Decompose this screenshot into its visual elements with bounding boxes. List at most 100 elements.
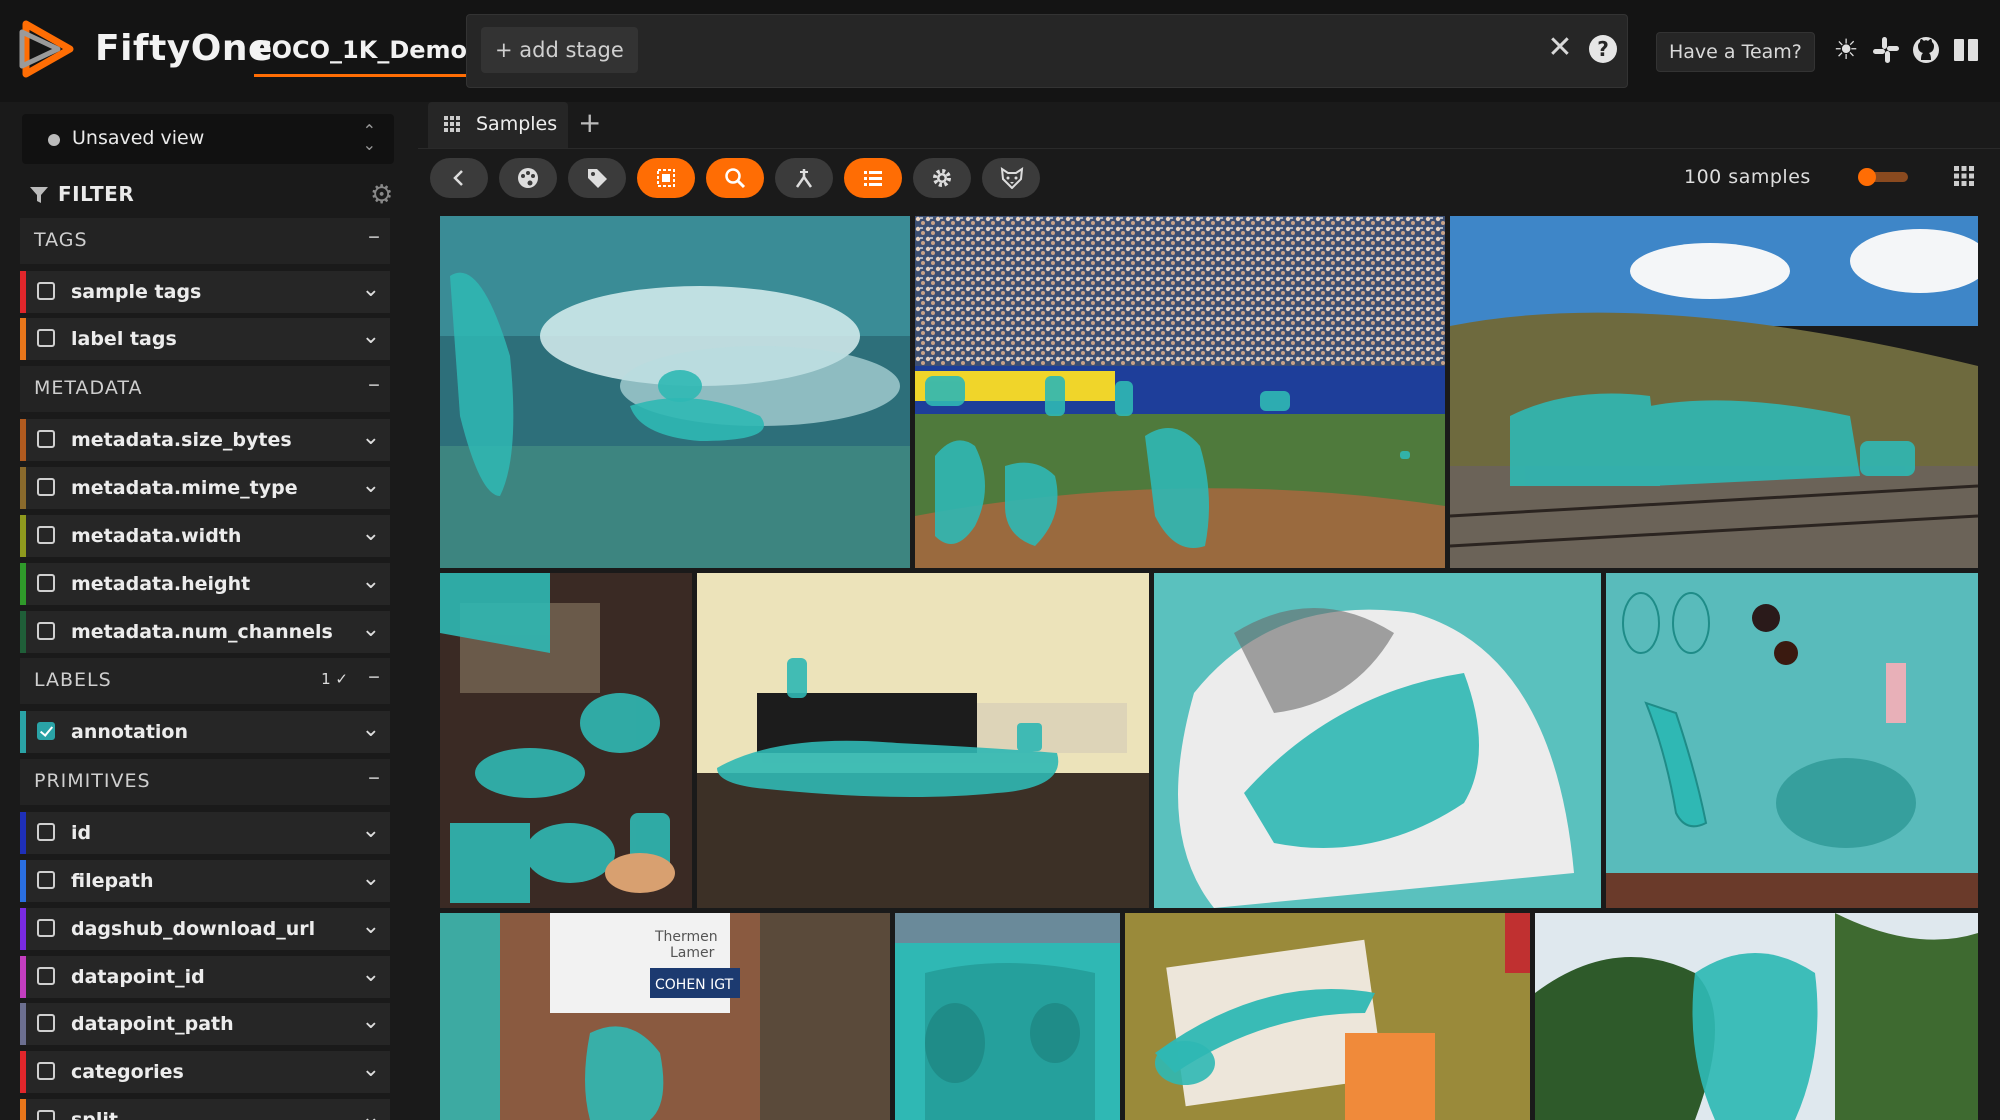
- field-row-split[interactable]: split ⌄: [20, 1099, 390, 1120]
- field-checkbox[interactable]: [37, 1062, 55, 1080]
- group-primitives[interactable]: PRIMITIVES –: [20, 759, 390, 805]
- field-row-annotation[interactable]: annotation ⌄: [20, 711, 390, 753]
- grid-icon[interactable]: [1954, 166, 1974, 186]
- field-row-datapoint-path[interactable]: datapoint_path ⌄: [20, 1003, 390, 1045]
- have-a-team-button[interactable]: Have a Team?: [1656, 32, 1815, 72]
- book-icon[interactable]: [1950, 34, 1982, 66]
- sample-image: [915, 216, 1445, 568]
- field-label: label tags: [71, 328, 177, 350]
- chevron-down-icon[interactable]: ⌄: [362, 717, 380, 742]
- sample-tile-train[interactable]: [1450, 216, 1978, 568]
- group-labels[interactable]: LABELS 1 ✓ –: [20, 658, 390, 704]
- field-checkbox[interactable]: [37, 823, 55, 841]
- collapse-icon[interactable]: –: [368, 370, 380, 398]
- field-color-bar: [20, 611, 26, 653]
- sample-tile-scissors[interactable]: [1606, 573, 1978, 908]
- field-checkbox[interactable]: [37, 967, 55, 985]
- field-row-datapoint-id[interactable]: datapoint_id ⌄: [20, 956, 390, 998]
- palette-icon[interactable]: [499, 158, 557, 198]
- field-row-label-tags[interactable]: label tags ⌄: [20, 318, 390, 360]
- dataset-selector[interactable]: COCO_1K_Demo: [254, 36, 468, 77]
- sample-tile-tennis[interactable]: COHEN IGT Thermen Lamer: [440, 913, 890, 1120]
- chevron-down-icon[interactable]: ⌄: [362, 277, 380, 302]
- chevron-down-icon[interactable]: ⌄: [362, 617, 380, 642]
- sample-tile-baseball[interactable]: [915, 216, 1445, 568]
- chevron-down-icon[interactable]: ⌄: [362, 962, 380, 987]
- field-row-size-bytes[interactable]: metadata.size_bytes ⌄: [20, 419, 390, 461]
- collapse-icon[interactable]: –: [368, 222, 380, 250]
- field-checkbox[interactable]: [37, 478, 55, 496]
- view-bar[interactable]: + add stage ✕ ?: [466, 14, 1628, 88]
- tab-label: Samples: [476, 113, 558, 135]
- field-row-height[interactable]: metadata.height ⌄: [20, 563, 390, 605]
- back-icon[interactable]: [430, 158, 488, 198]
- add-stage-button[interactable]: + add stage: [481, 27, 638, 73]
- sample-tile-food[interactable]: [440, 573, 692, 908]
- field-checkbox[interactable]: [37, 1014, 55, 1032]
- chevron-down-icon[interactable]: ⌄: [362, 1105, 380, 1120]
- group-tags[interactable]: TAGS –: [20, 218, 390, 264]
- grid-zoom-slider[interactable]: [1858, 168, 1910, 186]
- field-checkbox[interactable]: [37, 526, 55, 544]
- field-checkbox[interactable]: [37, 871, 55, 889]
- chevron-down-icon[interactable]: ⌄: [362, 866, 380, 891]
- collapse-icon[interactable]: –: [368, 662, 380, 690]
- sun-icon[interactable]: ☀: [1830, 34, 1862, 66]
- clear-icon[interactable]: ✕: [1545, 33, 1575, 63]
- github-icon[interactable]: [1910, 34, 1942, 66]
- field-checkbox[interactable]: [37, 430, 55, 448]
- collapse-icon[interactable]: –: [368, 763, 380, 791]
- field-row-categories[interactable]: categories ⌄: [20, 1051, 390, 1093]
- field-color-bar: [20, 1003, 26, 1045]
- slider-knob[interactable]: [1858, 168, 1876, 186]
- sample-tile-baby[interactable]: [895, 913, 1120, 1120]
- add-tab-icon[interactable]: +: [578, 106, 601, 139]
- tag-icon[interactable]: [568, 158, 626, 198]
- sample-tile-scissors-2[interactable]: [1125, 913, 1530, 1120]
- sample-tile-sandwich[interactable]: [1154, 573, 1601, 908]
- field-row-dagshub-download-url[interactable]: dagshub_download_url ⌄: [20, 908, 390, 950]
- chevron-down-icon[interactable]: ⌄: [362, 473, 380, 498]
- chevron-down-icon[interactable]: ⌄: [362, 521, 380, 546]
- chevron-down-icon[interactable]: ⌄: [362, 1009, 380, 1034]
- field-checkbox[interactable]: [37, 622, 55, 640]
- field-checkbox[interactable]: [37, 722, 55, 740]
- field-row-width[interactable]: metadata.width ⌄: [20, 515, 390, 557]
- field-checkbox[interactable]: [37, 1110, 55, 1120]
- patches-icon[interactable]: [775, 158, 833, 198]
- group-metadata[interactable]: METADATA –: [20, 366, 390, 412]
- field-checkbox[interactable]: [37, 919, 55, 937]
- field-checkbox[interactable]: [37, 574, 55, 592]
- fiftyone-logo-icon[interactable]: [18, 18, 78, 80]
- field-label: id: [71, 822, 92, 844]
- chevron-down-icon[interactable]: ⌄: [362, 324, 380, 349]
- svg-text:Lamer: Lamer: [670, 945, 715, 961]
- chevron-down-icon[interactable]: ⌄: [362, 818, 380, 843]
- tab-samples[interactable]: Samples: [428, 102, 568, 148]
- sample-tile-bananas[interactable]: [1535, 913, 1978, 1120]
- field-checkbox[interactable]: [37, 329, 55, 347]
- help-icon[interactable]: ?: [1589, 35, 1617, 63]
- slack-icon[interactable]: [1870, 34, 1902, 66]
- list-icon[interactable]: [844, 158, 902, 198]
- field-row-sample-tags[interactable]: sample tags ⌄: [20, 271, 390, 313]
- filter-icon: [30, 187, 48, 203]
- field-row-filepath[interactable]: filepath ⌄: [20, 860, 390, 902]
- chevron-down-icon[interactable]: ⌄: [362, 569, 380, 594]
- settings-icon[interactable]: [913, 158, 971, 198]
- gear-icon[interactable]: ⚙: [370, 182, 393, 208]
- sample-tile-surf[interactable]: [440, 216, 910, 568]
- dog-icon[interactable]: [982, 158, 1040, 198]
- select-icon[interactable]: [637, 158, 695, 198]
- chevron-down-icon[interactable]: ⌄: [362, 1057, 380, 1082]
- chevron-down-icon[interactable]: ⌄: [362, 914, 380, 939]
- field-row-id[interactable]: id ⌄: [20, 812, 390, 854]
- sample-image: [440, 216, 910, 568]
- chevron-down-icon[interactable]: ⌄: [362, 425, 380, 450]
- saved-view-selector[interactable]: Unsaved view ⌃ ⌄: [22, 114, 394, 164]
- field-checkbox[interactable]: [37, 282, 55, 300]
- field-row-num-channels[interactable]: metadata.num_channels ⌄: [20, 611, 390, 653]
- search-icon[interactable]: [706, 158, 764, 198]
- sample-tile-cat[interactable]: [697, 573, 1149, 908]
- field-row-mime-type[interactable]: metadata.mime_type ⌄: [20, 467, 390, 509]
